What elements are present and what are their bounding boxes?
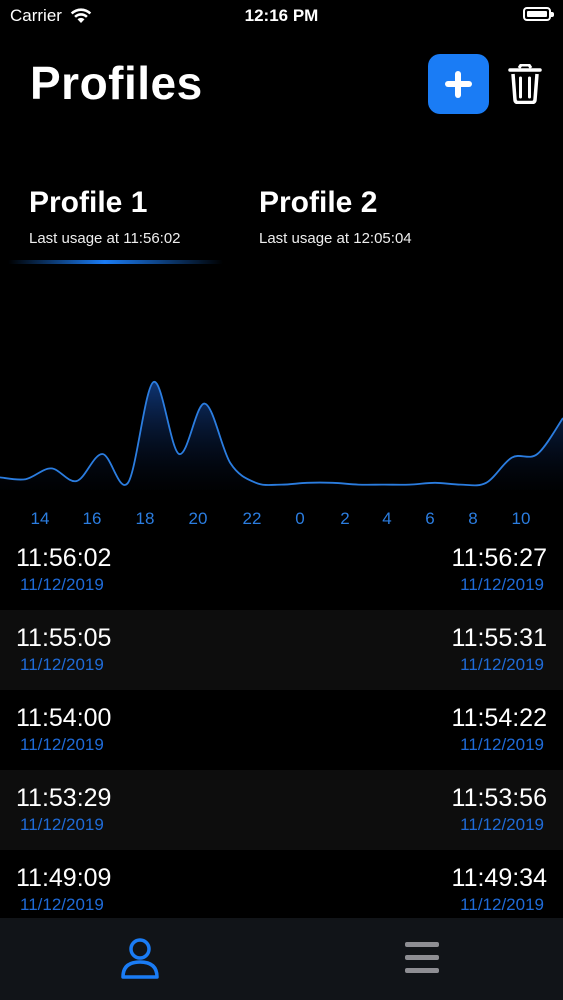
page-title: Profiles xyxy=(30,57,203,109)
battery-icon xyxy=(523,7,554,21)
status-time: 12:16 PM xyxy=(244,6,319,25)
profile-last-usage: Last usage at 11:56:02 xyxy=(29,230,181,247)
x-tick-label: 0 xyxy=(295,509,304,528)
trash-icon[interactable] xyxy=(508,64,542,104)
tab-bar xyxy=(0,918,563,1000)
profile-name: Profile 1 xyxy=(29,186,148,219)
start-time: 11:53:29 xyxy=(16,784,112,812)
menu-icon[interactable] xyxy=(403,940,443,976)
x-tick-label: 6 xyxy=(425,509,434,528)
end-date: 11/12/2019 xyxy=(460,655,544,674)
end-date: 11/12/2019 xyxy=(460,895,544,914)
end-date: 11/12/2019 xyxy=(460,575,544,594)
end-time: 11:49:34 xyxy=(451,864,547,892)
start-date: 11/12/2019 xyxy=(20,815,104,834)
profile-name: Profile 2 xyxy=(259,186,378,219)
start-date: 11/12/2019 xyxy=(20,895,104,914)
profile-icon[interactable] xyxy=(118,936,162,980)
x-tick-label: 4 xyxy=(382,509,391,528)
history-list: 11:56:02 11/12/2019 11:56:27 11/12/2019 … xyxy=(0,530,563,930)
selected-tab-indicator xyxy=(8,260,223,264)
profile-last-usage: Last usage at 12:05:04 xyxy=(259,230,412,247)
x-tick-label: 2 xyxy=(340,509,349,528)
x-tick-label: 14 xyxy=(31,509,50,528)
x-tick-label: 18 xyxy=(136,509,155,528)
status-bar: Carrier 12:16 PM xyxy=(0,0,563,32)
x-tick-label: 10 xyxy=(512,509,531,528)
start-date: 11/12/2019 xyxy=(20,575,104,594)
end-time: 11:54:22 xyxy=(451,704,547,732)
start-date: 11/12/2019 xyxy=(20,655,104,674)
x-tick-label: 8 xyxy=(468,509,477,528)
usage-line xyxy=(0,381,563,487)
start-date: 11/12/2019 xyxy=(20,735,104,754)
end-date: 11/12/2019 xyxy=(460,735,544,754)
profile-tab-1[interactable]: Profile 1 Last usage at 11:56:02 xyxy=(29,186,181,247)
x-tick-label: 20 xyxy=(189,509,208,528)
history-row[interactable]: 11:53:29 11/12/2019 11:53:56 11/12/2019 xyxy=(0,770,563,850)
end-time: 11:55:31 xyxy=(451,624,547,652)
profile-tab-2[interactable]: Profile 2 Last usage at 12:05:04 xyxy=(259,186,412,247)
history-row[interactable]: 11:56:02 11/12/2019 11:56:27 11/12/2019 xyxy=(0,530,563,610)
end-time: 11:56:27 xyxy=(451,544,547,572)
history-row[interactable]: 11:54:00 11/12/2019 11:54:22 11/12/2019 xyxy=(0,690,563,770)
end-date: 11/12/2019 xyxy=(460,815,544,834)
history-row[interactable]: 11:55:05 11/12/2019 11:55:31 11/12/2019 xyxy=(0,610,563,690)
start-time: 11:55:05 xyxy=(16,624,112,652)
start-time: 11:56:02 xyxy=(16,544,112,572)
x-tick-label: 16 xyxy=(83,509,102,528)
x-tick-label: 22 xyxy=(243,509,262,528)
start-time: 11:49:09 xyxy=(16,864,112,892)
end-time: 11:53:56 xyxy=(451,784,547,812)
add-profile-button[interactable] xyxy=(428,54,489,114)
usage-chart: 14 16 18 20 22 0 2 4 6 8 10 xyxy=(0,381,563,528)
start-time: 11:54:00 xyxy=(16,704,112,732)
